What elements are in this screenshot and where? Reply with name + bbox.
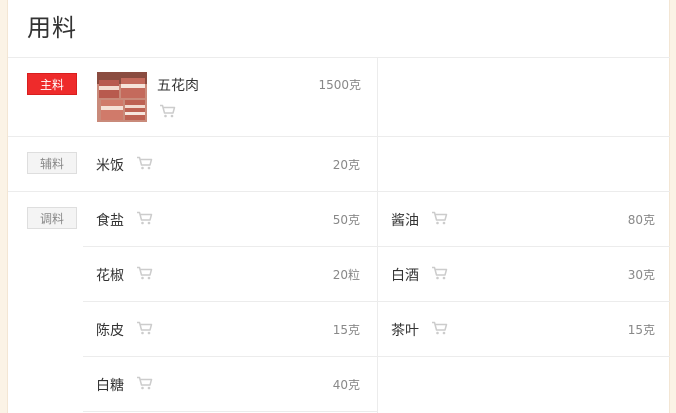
section-title: 用料 [27, 14, 77, 42]
shopping-cart-icon[interactable] [159, 104, 176, 118]
ingredient-amount: 40克 [332, 378, 360, 392]
divider [8, 57, 670, 58]
shopping-cart-icon[interactable] [136, 211, 153, 225]
ingredient-name[interactable]: 酱油 [391, 210, 419, 230]
ingredient-amount: 30克 [627, 268, 655, 282]
ingredient-name[interactable]: 白酒 [391, 265, 419, 285]
main-ingredient-tag: 主料 [27, 73, 77, 95]
ingredient-name[interactable]: 五花肉 [157, 75, 199, 95]
column-divider [377, 57, 378, 413]
ingredient-name[interactable]: 陈皮 [96, 320, 124, 340]
shopping-cart-icon[interactable] [136, 266, 153, 280]
ingredient-name[interactable]: 米饭 [96, 155, 124, 175]
divider [83, 411, 378, 412]
ingredients-panel: 用料 主料 五花肉 1500克 辅料 米饭 20克 调料 食盐 50克 酱油 8… [7, 0, 670, 413]
ingredient-name[interactable]: 花椒 [96, 265, 124, 285]
ingredient-amount: 15克 [332, 323, 360, 337]
divider [8, 136, 670, 137]
shopping-cart-icon[interactable] [431, 211, 448, 225]
pork-belly-image[interactable] [97, 72, 147, 122]
auxiliary-ingredient-tag: 辅料 [27, 152, 77, 174]
ingredient-amount: 80克 [627, 213, 655, 227]
ingredient-amount: 15克 [627, 323, 655, 337]
shopping-cart-icon[interactable] [431, 321, 448, 335]
ingredient-amount: 1500克 [318, 78, 361, 92]
ingredient-name[interactable]: 茶叶 [391, 320, 419, 340]
shopping-cart-icon[interactable] [136, 156, 153, 170]
ingredient-name[interactable]: 食盐 [96, 210, 124, 230]
ingredient-amount: 50克 [332, 213, 360, 227]
shopping-cart-icon[interactable] [431, 266, 448, 280]
shopping-cart-icon[interactable] [136, 321, 153, 335]
ingredient-name[interactable]: 白糖 [96, 375, 124, 395]
divider [8, 191, 670, 192]
seasoning-tag: 调料 [27, 207, 77, 229]
ingredient-amount: 20克 [332, 158, 360, 172]
shopping-cart-icon[interactable] [136, 376, 153, 390]
ingredient-amount: 20粒 [332, 268, 360, 282]
